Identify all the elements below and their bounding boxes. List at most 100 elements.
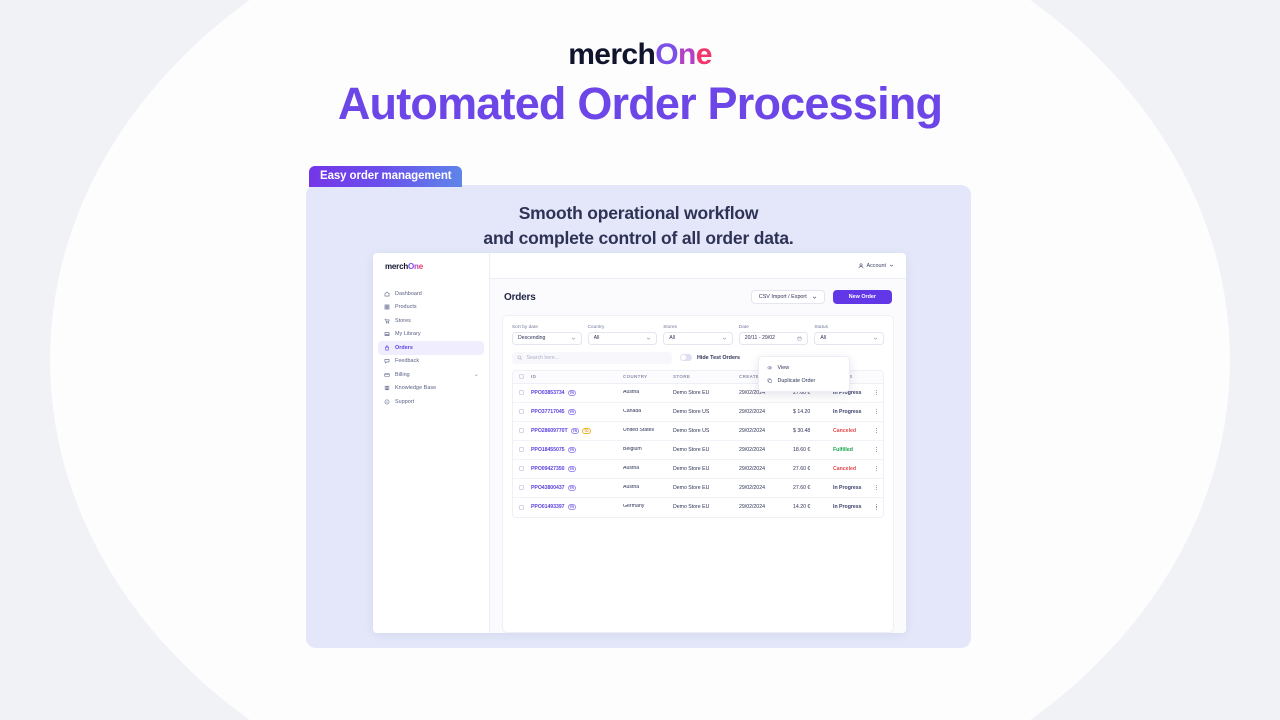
row-checkbox[interactable] [519,466,531,471]
order-id-link[interactable]: PPO18455075 [531,447,565,453]
filter-select[interactable]: Descending [512,331,582,345]
sidebar-item-support[interactable]: Support [378,395,484,409]
sidebar-item-label: My Library [395,331,421,338]
chevron-down-icon[interactable] [474,373,479,378]
kebab-menu-icon[interactable] [875,389,877,396]
order-id-cell: PPO37717045 TR [531,408,623,415]
checkbox[interactable] [519,428,524,433]
row-actions-button[interactable] [865,484,877,491]
row-actions-button[interactable] [865,427,877,434]
row-checkbox[interactable] [519,504,531,510]
column-header [519,374,531,379]
row-checkbox[interactable] [519,485,531,490]
account-label[interactable]: Account [867,263,886,269]
app-topbar: Account [490,253,906,279]
created-at-cell: 29/02/2024 [739,427,765,434]
row-context-menu[interactable]: View Duplicate Order [758,356,850,392]
kebab-menu-icon[interactable] [875,465,877,472]
order-id-cell: PPO18455075 TR [531,446,623,453]
select-all-checkbox[interactable] [519,374,524,379]
country-cell: Austria [623,465,640,471]
row-actions-button[interactable] [865,408,877,415]
chevron-down-icon [646,336,651,341]
checkbox[interactable] [519,409,524,414]
kebab-menu-icon[interactable] [875,408,877,415]
search-icon [517,355,523,361]
search-input[interactable]: Search here... [512,351,672,364]
store-cell: Demo Store EU [673,465,710,472]
order-id-cell: PPO01493397 TR [531,504,623,510]
order-id-link[interactable]: PPO09427350 [531,466,565,472]
table-row[interactable]: PPO09427350 TR Austria Demo Store EU 29/02/2… [513,460,883,479]
sidebar-item-dashboard[interactable]: Dashboard [378,287,484,301]
context-menu-item-view[interactable]: View [759,361,849,374]
table-row[interactable]: PPO43800437 TR Austria Demo Store EU 29/02/2… [513,479,883,498]
chevron-down-icon [722,336,727,341]
sidebar-item-my-library[interactable]: My Library [378,328,484,342]
new-order-button[interactable]: New Order [832,290,892,304]
sidebar-item-feedback[interactable]: Feedback [378,355,484,369]
filter-select[interactable]: All [663,331,733,345]
csv-import-export-button[interactable]: CSV Import / Export [750,290,825,304]
checkbox[interactable] [519,504,524,510]
kebab-menu-icon[interactable] [875,427,877,434]
sidebar-item-label: Products [395,304,417,311]
row-checkbox[interactable] [519,447,531,452]
order-flag-badge: TO [582,427,591,434]
filter-status: Status All [814,324,884,345]
order-id-link[interactable]: PPO37717045 [531,409,565,415]
order-id-link[interactable]: PPO01493397 [531,504,565,510]
context-menu-item-duplicate-order[interactable]: Duplicate Order [759,374,849,387]
checkbox[interactable] [519,485,524,490]
row-checkbox[interactable] [519,428,531,433]
sidebar-item-billing[interactable]: Billing [378,368,484,382]
filter-select[interactable]: All [587,331,658,345]
filter-select[interactable]: 20/11 - 29/02 [738,331,809,345]
checkbox[interactable] [519,447,524,452]
filter-value: 20/11 - 29/02 [744,335,775,341]
row-actions-button[interactable] [865,465,877,472]
sidebar-item-label: Stores [395,317,411,324]
toggle-switch[interactable] [680,354,692,361]
row-actions-button[interactable] [865,389,877,396]
sidebar-item-knowledge-base[interactable]: Knowledge Base [378,382,484,396]
hide-test-orders-toggle[interactable]: Hide Test Orders [680,354,740,361]
table-row[interactable]: PPO18455075 TR Belgium Demo Store EU 29/02/2… [513,441,883,460]
order-flag-badge: TR [567,484,576,491]
filter-select[interactable]: All [814,331,884,345]
order-id-link[interactable]: PPO03853734 [531,390,565,396]
chevron-down-icon [873,336,878,341]
order-flag-badge: TR [567,408,576,415]
sidebar-item-stores[interactable]: Stores [378,314,484,328]
order-id-link[interactable]: PPO43800437 [531,485,565,491]
card-icon [384,372,390,378]
kebab-menu-icon[interactable] [875,484,877,491]
order-flag-badge: TR [567,465,576,472]
row-actions-button[interactable] [865,504,877,510]
checkbox[interactable] [519,390,524,395]
checkbox[interactable] [519,466,524,471]
status-cell: Canceled [833,465,857,472]
filter-sort-by-date: Sort by date Descending [512,324,582,345]
table-row[interactable]: PPO28609770T TR TO United States Demo Store … [513,422,883,441]
row-checkbox[interactable] [519,409,531,414]
brand-logo: merchOne [0,38,1280,72]
orders-header: Orders CSV Import / Export New Order [490,279,906,315]
calendar-icon [797,336,802,341]
row-checkbox[interactable] [519,390,531,395]
store-cell: Demo Store US [673,427,710,434]
sidebar-item-label: Feedback [395,358,420,365]
order-id-cell: PPO09427350 TR [531,465,623,472]
order-id-link[interactable]: PPO28609770T [531,428,568,434]
sidebar-item-products[interactable]: Products [378,301,484,315]
chevron-down-icon[interactable] [889,263,894,268]
sidebar-item-orders[interactable]: Orders [378,341,484,355]
table-row[interactable]: PPO01493397 TR Germany Demo Store EU 29/02/2… [513,498,883,517]
kebab-menu-icon[interactable] [875,446,877,453]
row-actions-button[interactable] [865,446,877,453]
table-body: PPO03853734 TR Austria Demo Store EU 29/02/2… [513,384,883,517]
order-id-cell: PPO28609770T TR TO [531,427,623,434]
table-row[interactable]: PPO37717045 TR Canada Demo Store US 29/02/20… [513,403,883,422]
cost-cell: 14.20 € [793,504,811,510]
kebab-menu-icon[interactable] [875,504,877,510]
